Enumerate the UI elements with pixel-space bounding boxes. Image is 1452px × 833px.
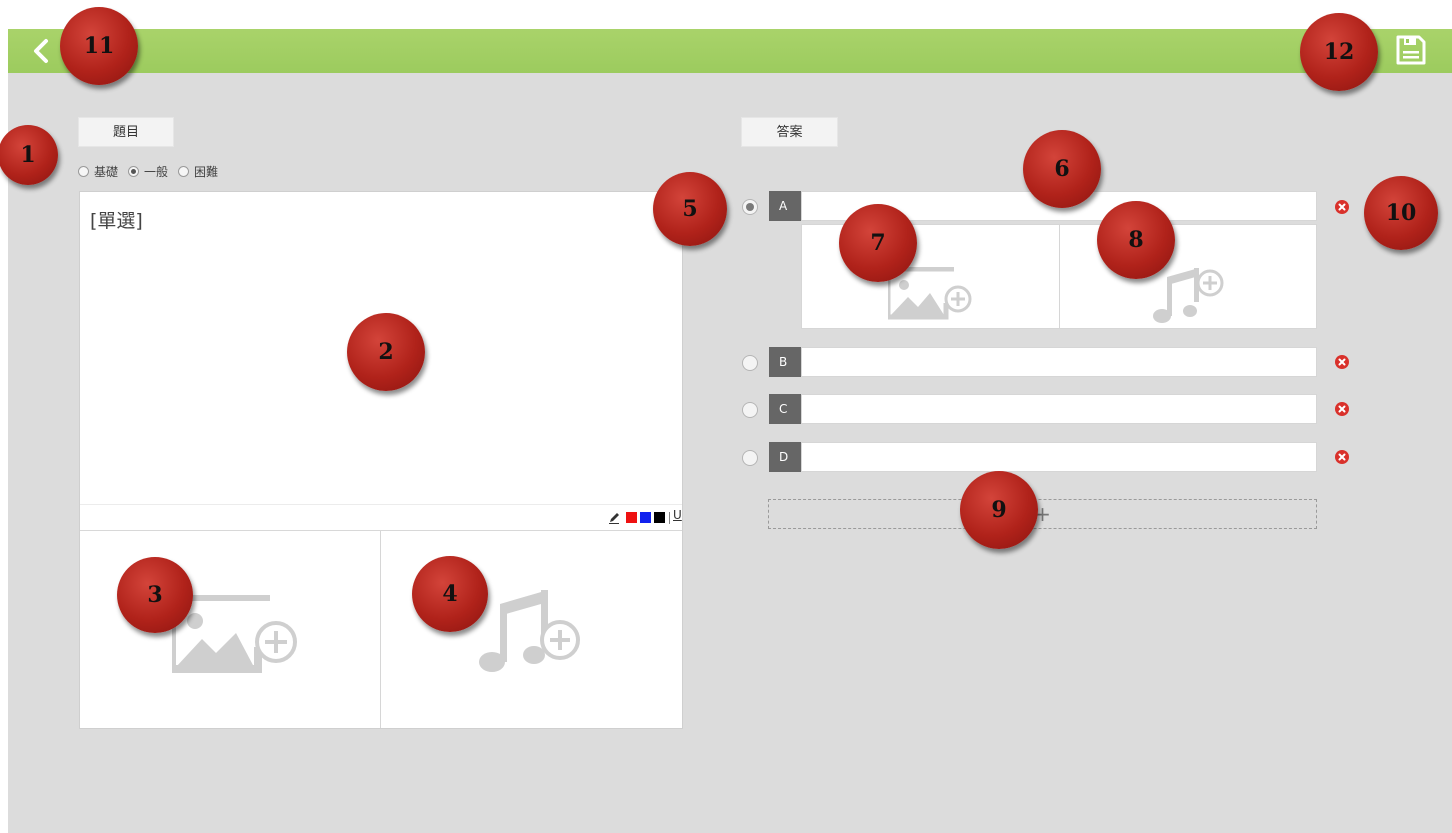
callout-badge-12: 12 <box>1300 13 1378 91</box>
callout-badge-9: 9 <box>960 471 1038 549</box>
question-image-upload[interactable] <box>80 531 381 728</box>
difficulty-basic-label: 基礎 <box>94 164 119 179</box>
callout-badge-10: 10 <box>1364 176 1438 250</box>
close-icon <box>1338 453 1346 461</box>
answer-d-letter: D <box>769 442 801 472</box>
callout-badge-2: 2 <box>347 313 425 391</box>
callout-badge-6: 6 <box>1023 130 1101 208</box>
add-image-icon <box>888 267 972 320</box>
answer-tab[interactable]: 答案 <box>741 117 838 147</box>
add-audio-icon <box>1153 268 1224 323</box>
chevron-left-icon <box>34 39 48 63</box>
blue-color-swatch[interactable] <box>640 512 651 523</box>
question-tab[interactable]: 題目 <box>78 117 174 147</box>
close-icon <box>1338 405 1346 413</box>
callout-badge-4: 4 <box>412 556 488 632</box>
save-icon <box>1396 35 1426 65</box>
answer-b-input[interactable] <box>801 347 1317 377</box>
callout-badge-7: 7 <box>839 204 917 282</box>
difficulty-normal-label: 一般 <box>144 164 169 179</box>
difficulty-basic-radio[interactable] <box>78 165 89 177</box>
add-option-button[interactable]: + <box>768 499 1317 529</box>
difficulty-selector: 基礎 一般 困難 <box>78 160 228 182</box>
toolbar-divider <box>669 512 670 524</box>
app-window: 題目 答案 基礎 一般 困難 [單選] U A B C D + 1 2 3 4 … <box>0 7 1452 833</box>
pencil-icon[interactable] <box>608 512 620 524</box>
underline-button[interactable]: U <box>673 508 682 522</box>
callout-badge-8: 8 <box>1097 201 1175 279</box>
question-audio-upload[interactable] <box>381 531 682 728</box>
black-color-swatch[interactable] <box>654 512 665 523</box>
question-panel: [單選] U <box>79 191 683 729</box>
difficulty-hard-option[interactable]: 困難 <box>178 163 218 180</box>
difficulty-normal-radio[interactable] <box>128 165 140 177</box>
callout-badge-5: 5 <box>653 172 727 246</box>
answer-c-delete-button[interactable] <box>1335 402 1349 416</box>
answer-a-radio[interactable] <box>742 199 758 215</box>
answer-b-radio[interactable] <box>742 355 758 371</box>
answer-b-letter: B <box>769 347 801 377</box>
answer-a-letter: A <box>769 191 801 221</box>
add-audio-icon <box>479 590 580 672</box>
answer-c-letter: C <box>769 394 801 424</box>
difficulty-basic-option[interactable]: 基礎 <box>78 163 118 180</box>
callout-badge-3: 3 <box>117 557 193 633</box>
close-icon <box>1338 203 1346 211</box>
answer-d-delete-button[interactable] <box>1335 450 1349 464</box>
red-color-swatch[interactable] <box>626 512 637 523</box>
question-text[interactable]: [單選] <box>90 206 143 233</box>
back-button[interactable] <box>28 35 56 67</box>
editor-toolbar: U <box>80 504 682 531</box>
close-icon <box>1338 358 1346 366</box>
answer-b-delete-button[interactable] <box>1335 355 1349 369</box>
answer-d-input[interactable] <box>801 442 1317 472</box>
answer-c-radio[interactable] <box>742 402 758 418</box>
difficulty-hard-label: 困難 <box>194 164 219 179</box>
save-button[interactable] <box>1395 34 1427 66</box>
top-bar <box>8 29 1452 73</box>
difficulty-normal-option[interactable]: 一般 <box>128 163 168 180</box>
answer-a-delete-button[interactable] <box>1335 200 1349 214</box>
answer-c-input[interactable] <box>801 394 1317 424</box>
difficulty-hard-radio[interactable] <box>178 165 190 177</box>
callout-badge-1: 1 <box>0 125 58 185</box>
answer-d-radio[interactable] <box>742 450 758 466</box>
callout-badge-11: 11 <box>60 7 138 85</box>
